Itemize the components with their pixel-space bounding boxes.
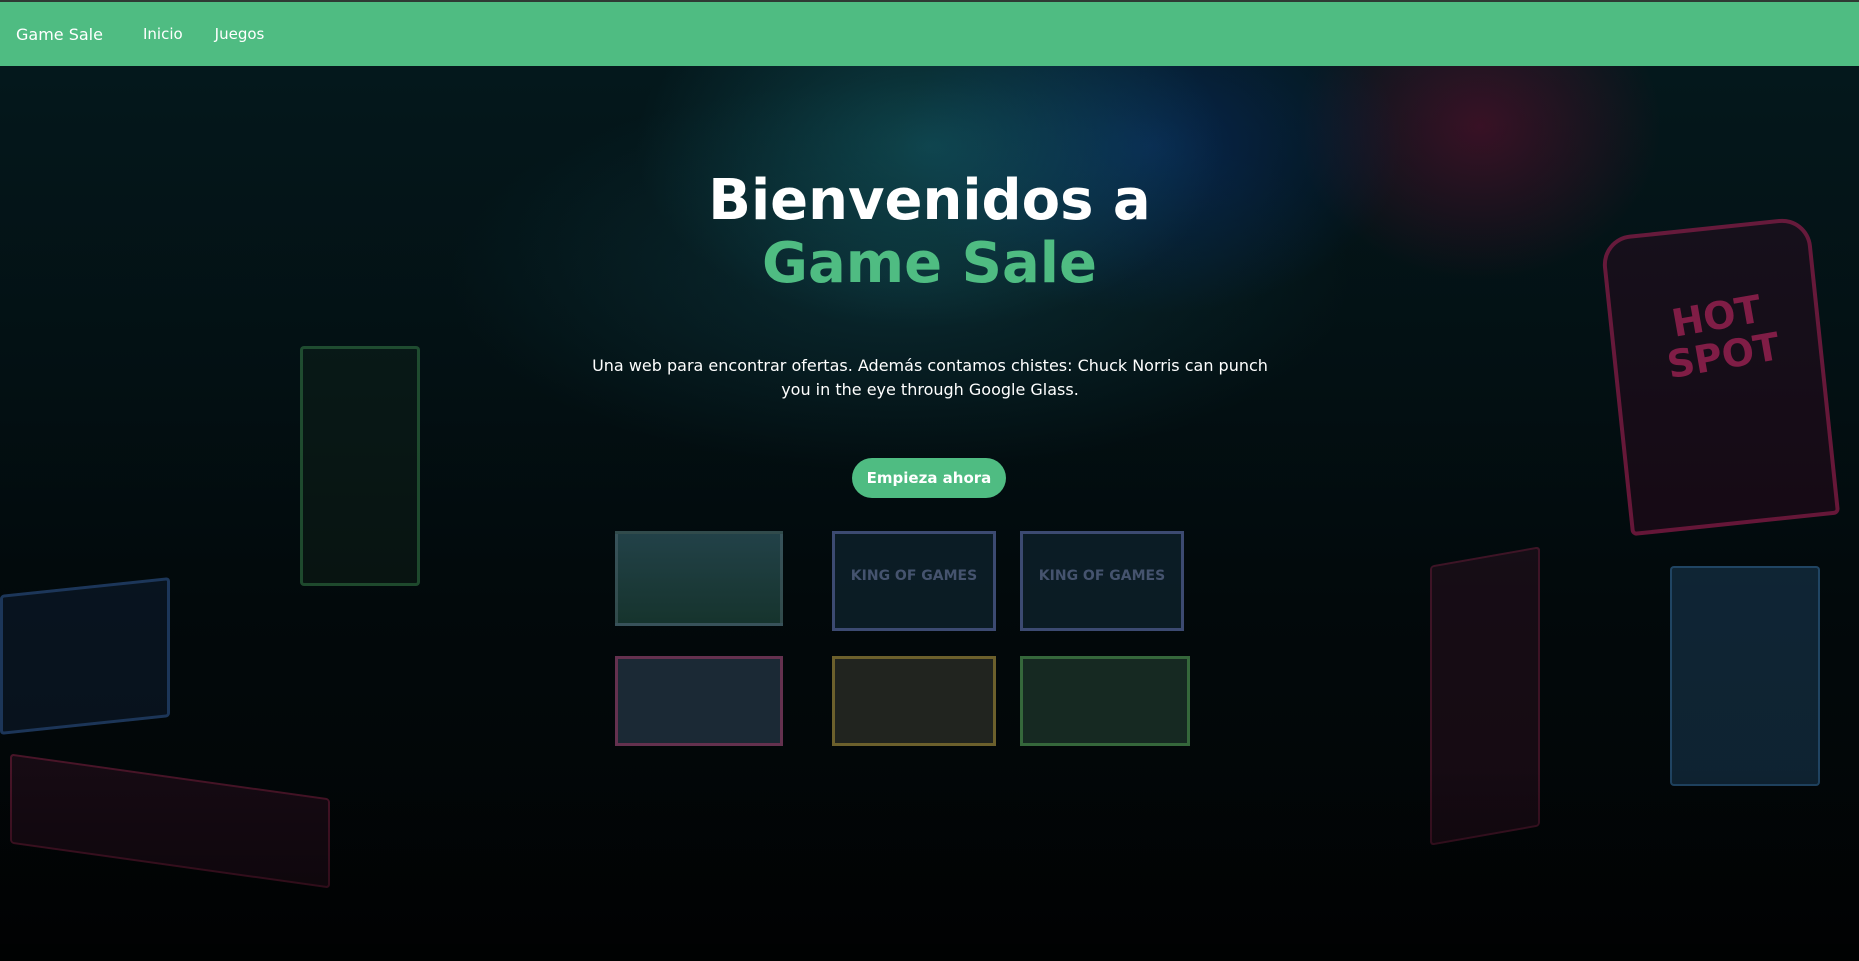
arcade-screen-king-of-games: KING OF GAMES <box>832 531 996 631</box>
arcade-screen-lower <box>615 656 783 746</box>
nav-link-inicio[interactable]: Inicio <box>143 25 183 43</box>
hero-subtitle: Una web para encontrar ofertas. Además c… <box>592 356 1268 399</box>
nav-link-juegos[interactable]: Juegos <box>215 25 265 43</box>
screen-text: KING OF GAMES <box>1038 568 1166 584</box>
arcade-screen-lower <box>1020 656 1190 746</box>
floor-shade <box>0 766 1859 961</box>
start-now-button[interactable]: Empieza ahora <box>852 458 1006 498</box>
top-navbar: Game Sale Inicio Juegos <box>0 0 1859 66</box>
hero-title: Bienvenidos a <box>708 168 1151 233</box>
brand-link[interactable]: Game Sale <box>16 25 103 44</box>
hero-title-brand: Game Sale <box>762 231 1097 296</box>
arcade-screen-lower <box>832 656 996 746</box>
arcade-screen <box>615 531 783 626</box>
arcade-screen-right <box>1670 566 1820 786</box>
screen-text: KING OF GAMES <box>850 568 978 584</box>
arcade-screen-king-of-games: KING OF GAMES <box>1020 531 1184 631</box>
arcade-cabinet-left <box>300 346 420 586</box>
arcade-panel-left <box>0 577 170 735</box>
